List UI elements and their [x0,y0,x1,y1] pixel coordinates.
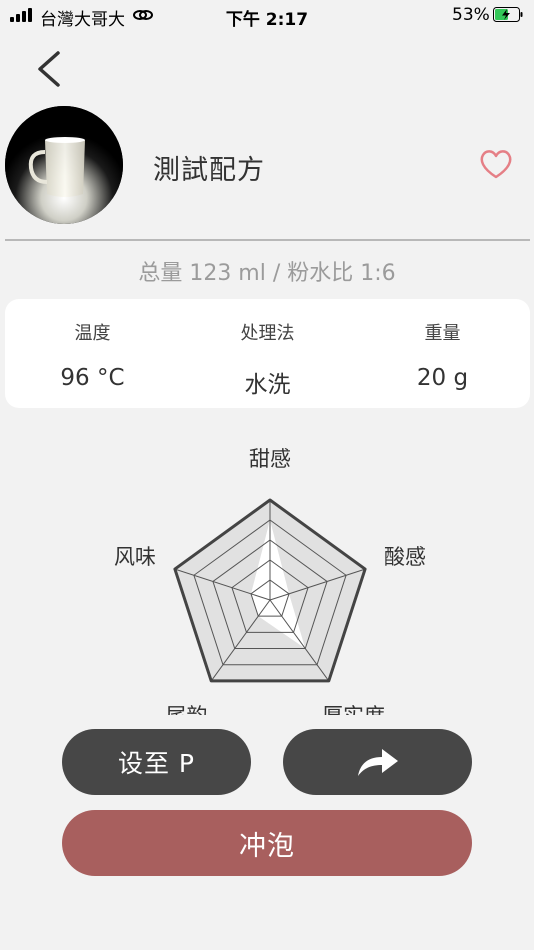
recipe-title: 測試配方 [153,155,265,186]
info-value: 96 °C [60,365,125,391]
glass-cup-icon [5,106,123,224]
brew-button[interactable]: 冲泡 [62,810,472,876]
radar-axis-label: 尾韵 [166,704,208,715]
radar-axis-label: 甜感 [249,447,291,471]
recipe-image [5,106,123,224]
header-divider [5,239,530,241]
info-process: 处理法 水洗 [180,299,355,399]
share-button[interactable] [283,729,472,795]
status-bar: 台灣大哥大 下午 2:17 53% [0,0,534,32]
radar-axis-label: 酸感 [384,545,426,569]
set-p-button[interactable]: 设至 P [62,729,251,795]
info-value: 水洗 [244,372,291,398]
recipe-info-card: 温度 96 °C 处理法 水洗 重量 20 g [5,299,530,408]
info-label: 温度 [74,323,111,344]
battery-percent: 53% [452,5,490,25]
flavor-radar-chart: 甜感酸感厚实度 尾韵 风味 [114,447,426,715]
back-button[interactable] [34,50,64,88]
share-arrow-icon [357,749,398,776]
info-weight: 重量 20 g [355,299,530,391]
info-label: 重量 [424,323,461,344]
radar-axis-label: 风味 [114,545,156,569]
info-value: 20 g [416,365,469,391]
brew-summary: 总量 123 ml / 粉水比 1:6 [138,261,396,286]
favorite-heart-icon[interactable] [478,146,514,182]
radar-axis-label: 厚实度 [322,704,385,715]
info-temperature: 温度 96 °C [5,299,180,391]
battery-charging-icon [493,7,523,22]
info-label: 处理法 [240,323,295,344]
